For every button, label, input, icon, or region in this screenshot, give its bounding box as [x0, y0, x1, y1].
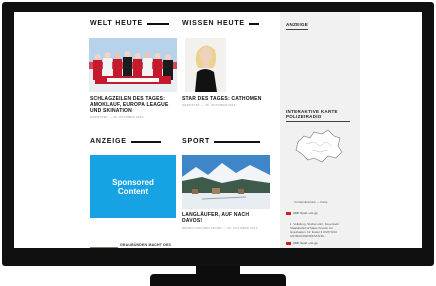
- section-header-sport[interactable]: SPORT: [182, 138, 261, 145]
- section-title-sport[interactable]: SPORT: [182, 138, 210, 145]
- sponsored-content-ad[interactable]: Sponsored Content: [90, 155, 176, 218]
- section-title-welt-heute[interactable]: WELT HEUTE: [90, 20, 143, 27]
- section-rule: [214, 140, 261, 143]
- sidebar-orf-item[interactable]: ORF Sport +Im.gp: [286, 241, 317, 245]
- section-header-welt-heute[interactable]: WELT HEUTE: [90, 20, 169, 27]
- story-image-ski-team[interactable]: [89, 38, 177, 92]
- sidebar-anzeige-label: ANZEIGE: [286, 22, 309, 27]
- sidebar-map-caption[interactable]: rtr.ch/polizeifunk — Karte: [294, 200, 328, 204]
- graubuenden-photo: [90, 247, 118, 248]
- story-title-cathomen[interactable]: STAR DES TAGES: CATHOMEN: [182, 96, 276, 102]
- sponsored-label-line1: Sponsored: [112, 177, 154, 187]
- sponsored-label-line2: Content: [117, 186, 149, 196]
- monitor-screen: WELT HEUTE WISSEN HEUTE SCHLAGZEILEN DES…: [14, 12, 422, 248]
- cathomen-portrait: [185, 38, 226, 92]
- davos-landscape-photo: [182, 155, 270, 209]
- sidebar: ANZEIGE INTERAKTIVE KARTE POLIZEIRADIO r…: [280, 12, 360, 248]
- sidebar-rule: [286, 29, 308, 30]
- story-image-graubuenden[interactable]: [90, 242, 118, 248]
- story-meta-wissen: GEPOSTET — 25. OKTOBER 2016: [182, 103, 236, 107]
- sidebar-karte-title-line[interactable]: POLIZEIRADIO: [286, 114, 338, 119]
- section-rule: [248, 22, 259, 25]
- sidebar-orf-label[interactable]: ORF Sport +Im.gp: [293, 211, 317, 215]
- story-title-line[interactable]: STAR DES TAGES: CATHOMEN: [182, 96, 276, 102]
- story-meta-welt: GEPOSTET — 25. OKTOBER 2016: [90, 115, 144, 119]
- section-header-anzeige: ANZEIGE: [90, 138, 161, 145]
- sidebar-rule: [286, 121, 350, 122]
- stage: WELT HEUTE WISSEN HEUTE SCHLAGZEILEN DES…: [0, 0, 436, 286]
- graubuenden-map[interactable]: [292, 128, 344, 169]
- orf-flag-icon: [286, 211, 291, 215]
- story-title-line[interactable]: UND SKINATION: [90, 108, 182, 114]
- monitor-bezel: WELT HEUTE WISSEN HEUTE SCHLAGZEILEN DES…: [2, 2, 434, 266]
- section-title-anzeige: ANZEIGE: [90, 138, 127, 145]
- section-rule: [130, 140, 161, 143]
- orf-flag-icon: [286, 241, 291, 245]
- sidebar-karte-title[interactable]: INTERAKTIVE KARTE POLIZEIRADIO: [286, 109, 338, 119]
- story-title-graubuenden[interactable]: GRAUBÜNDEN MACHT DES: [120, 243, 171, 247]
- main-column: WELT HEUTE WISSEN HEUTE SCHLAGZEILEN DES…: [86, 12, 276, 248]
- story-title-schlagzeilen[interactable]: SCHLAGZEILEN DES TAGES: AMOKLAUF, EUROPA…: [90, 96, 182, 114]
- canton-map-icon: [295, 129, 343, 163]
- section-header-wissen-heute[interactable]: WISSEN HEUTE: [182, 20, 259, 27]
- sidebar-orf-item[interactable]: ORF Sport +Im.gp: [286, 211, 317, 215]
- monitor-stand-neck: [196, 266, 240, 274]
- section-title-wissen-heute[interactable]: WISSEN HEUTE: [182, 20, 245, 27]
- story-title-langlaeufer[interactable]: LANGLÄUFER, AUF NACH DAVOS!: [182, 212, 274, 224]
- story-image-cathomen[interactable]: [185, 38, 226, 92]
- section-rule: [146, 22, 169, 25]
- sidebar-news-line: ANTRAGSWORKSTAND...: [290, 234, 327, 238]
- story-image-davos[interactable]: [182, 155, 270, 209]
- sidebar-orf-label[interactable]: ORF Sport +Im.gp: [293, 241, 317, 245]
- sidebar-news-text[interactable]: 1. Volksbug: Stoiber-Hirn; Feuerwehr Sta…: [290, 222, 356, 238]
- story-meta-sport: NEUES VOM DER SPORT — 25. OKTOBER 2016: [182, 226, 258, 230]
- ski-team-photo: [89, 38, 177, 92]
- story-title-line[interactable]: DAVOS!: [182, 218, 274, 224]
- monitor-stand-base: [150, 274, 286, 286]
- website: WELT HEUTE WISSEN HEUTE SCHLAGZEILEN DES…: [14, 12, 422, 248]
